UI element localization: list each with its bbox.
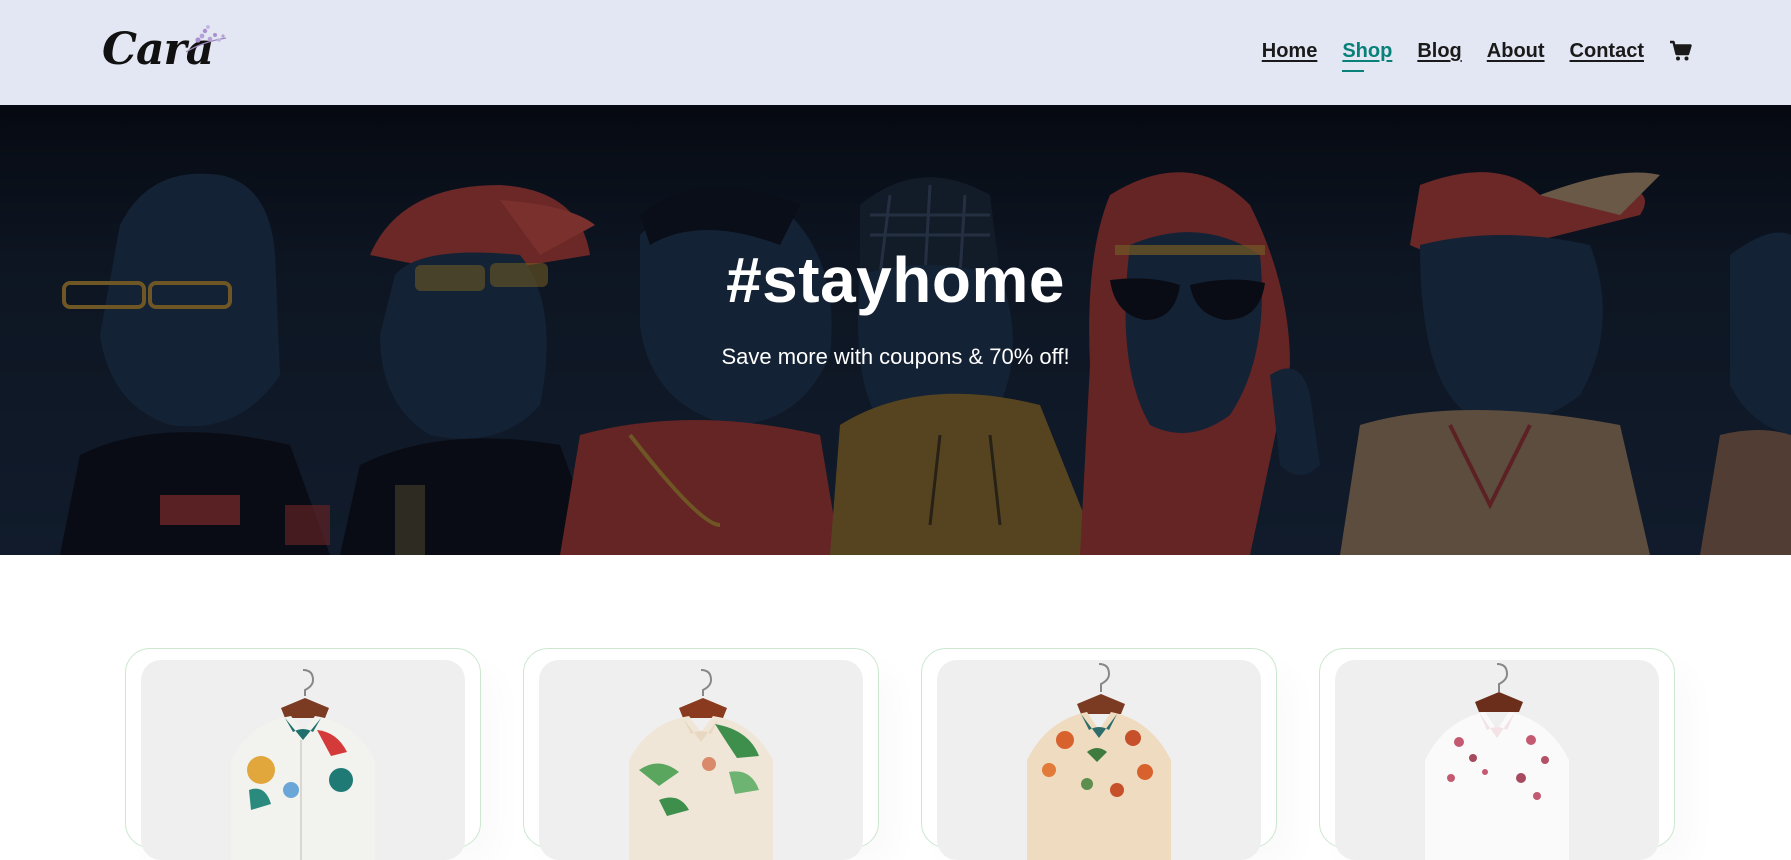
shirt-image-icon <box>629 669 773 860</box>
product-image <box>539 660 863 860</box>
product-image <box>141 660 465 860</box>
product-image <box>1335 660 1659 860</box>
product-card[interactable] <box>921 648 1277 860</box>
shirt-image-icon <box>1027 663 1171 860</box>
shopping-cart-icon[interactable] <box>1669 39 1693 63</box>
nav-home-link[interactable]: Home <box>1262 36 1318 66</box>
main-nav: Home Shop Blog About Contact <box>1262 36 1693 72</box>
product-card[interactable] <box>125 648 481 860</box>
shirt-image-icon <box>231 669 375 860</box>
logo[interactable]: Cara <box>102 22 232 78</box>
nav-contact-link[interactable]: Contact <box>1570 36 1644 66</box>
product-grid <box>0 555 1791 860</box>
nav-blog-link[interactable]: Blog <box>1417 36 1461 66</box>
lavender-sprig-icon <box>185 25 227 53</box>
site-header: Cara Home Shop Blog About Contact <box>0 0 1791 105</box>
product-card[interactable] <box>523 648 879 860</box>
product-image <box>937 660 1261 860</box>
nav-about-link[interactable]: About <box>1487 36 1545 66</box>
hero-illustration <box>0 105 1791 555</box>
shirt-image-icon <box>1425 663 1569 860</box>
hero-banner: #stayhome Save more with coupons & 70% o… <box>0 105 1791 555</box>
nav-shop-link[interactable]: Shop <box>1342 36 1392 72</box>
hero-title: #stayhome <box>726 244 1065 316</box>
product-card[interactable] <box>1319 648 1675 860</box>
hero-subtitle: Save more with coupons & 70% off! <box>721 344 1070 369</box>
